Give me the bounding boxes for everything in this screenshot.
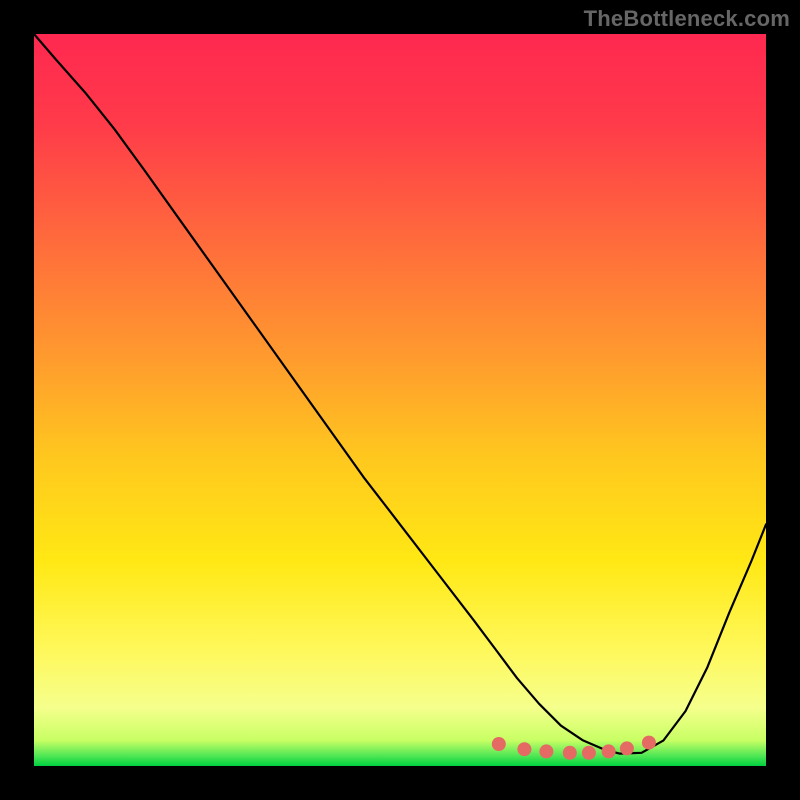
chart-frame: TheBottleneck.com [0,0,800,800]
marker-dot [539,744,553,758]
marker-dot [563,746,577,760]
plot-area [34,34,766,766]
marker-dot [602,744,616,758]
watermark-text: TheBottleneck.com [584,6,790,32]
marker-dot [517,742,531,756]
marker-dot [642,736,656,750]
marker-dot [582,746,596,760]
marker-dots [34,34,766,766]
marker-dot [492,737,506,751]
marker-dot [620,741,634,755]
